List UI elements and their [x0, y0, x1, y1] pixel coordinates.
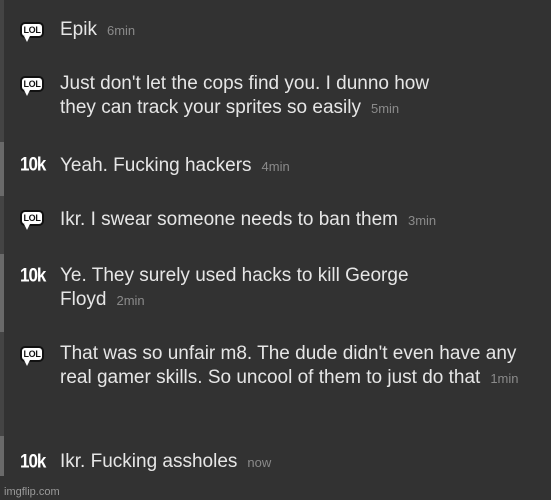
comment-timestamp: 1min	[490, 371, 519, 386]
comment-text: Epik 6min	[60, 19, 136, 40]
comment-timestamp: 2min	[116, 293, 145, 308]
comment-indent-bar	[0, 142, 4, 196]
comment-indent-bar	[0, 436, 4, 476]
comment-indent-bar	[0, 254, 4, 332]
comment-indent-bar	[0, 0, 4, 60]
comment-row: 10k Ye. They surely used hacks to kill G…	[0, 254, 551, 332]
lol-speech-bubble-icon[interactable]: LOL	[20, 344, 46, 368]
comment-row: LOL Just don't let the cops find you. I …	[0, 60, 551, 142]
comment-row: LOL Ikr. I swear someone needs to ban th…	[0, 196, 551, 254]
10k-badge-icon[interactable]: 10k	[20, 153, 56, 177]
comment-row: 10k Yeah. Fucking hackers 4min	[0, 142, 551, 196]
10k-badge-icon[interactable]: 10k	[20, 450, 56, 474]
comment-timestamp: 4min	[261, 159, 290, 174]
lol-speech-bubble-icon[interactable]: LOL	[20, 20, 46, 44]
comment-row: LOL That was so unfair m8. The dude didn…	[0, 332, 551, 436]
comment-text: Yeah. Fucking hackers 4min	[60, 155, 290, 176]
comment-indent-bar	[0, 196, 4, 254]
comment-text: Ikr. I swear someone needs to ban them 3m…	[60, 209, 437, 230]
lol-speech-bubble-icon[interactable]: LOL	[20, 208, 46, 232]
comment-timestamp: 5min	[370, 101, 400, 116]
imgflip-watermark: imgflip.com	[4, 486, 60, 498]
10k-badge-icon[interactable]: 10k	[20, 264, 56, 288]
comment-timestamp: 6min	[106, 23, 136, 38]
comment-indent-bar	[0, 332, 4, 436]
comment-text: Ye. They surely used hacks to kill Georg…	[60, 265, 409, 310]
comment-feed: LOL Epik 6min LOL Just don't let the cops…	[0, 0, 551, 500]
comment-timestamp: 3min	[407, 213, 437, 228]
comment-timestamp: now	[247, 455, 272, 470]
comment-text: That was so unfair m8. The dude didn't e…	[60, 343, 519, 388]
lol-speech-bubble-icon[interactable]: LOL	[20, 74, 46, 98]
comment-row: 10k Ikr. Fucking assholes now	[0, 436, 551, 500]
comment-text: Just don't let the cops find you. I dunn…	[60, 73, 430, 118]
comment-text: Ikr. Fucking assholes now	[60, 451, 272, 472]
comment-indent-bar	[0, 60, 4, 142]
comment-row: LOL Epik 6min	[0, 0, 551, 60]
